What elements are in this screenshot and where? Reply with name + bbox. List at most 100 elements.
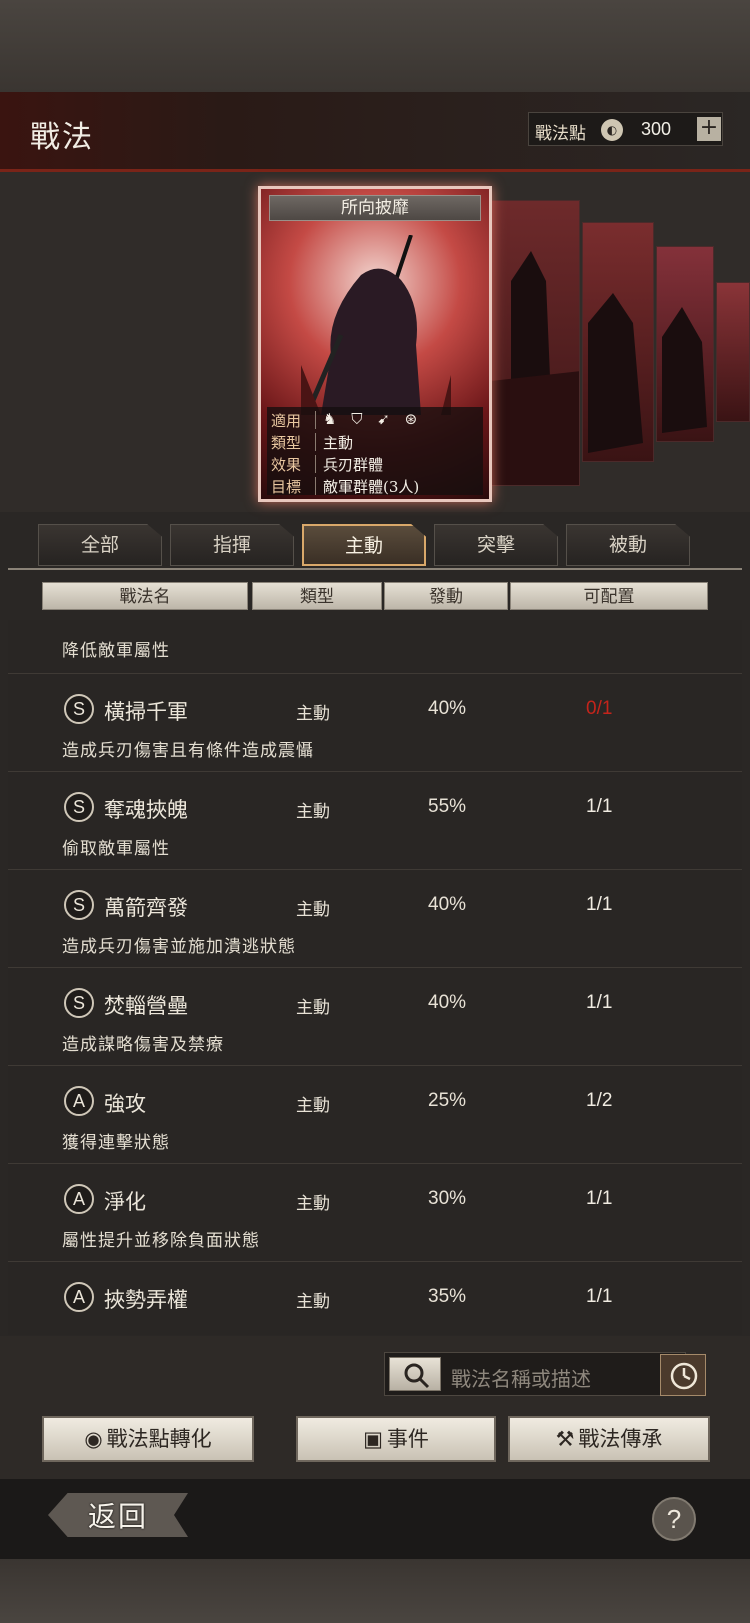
- grade-badge: S: [64, 694, 94, 724]
- card-art-army: [588, 293, 643, 453]
- suit-icons: ♞ ⛉ ➹ ⊛: [323, 410, 427, 428]
- stat-key: 類型: [271, 434, 302, 452]
- skill-rate: 35%: [428, 1286, 467, 1307]
- skill-slots: 1/1: [586, 1188, 613, 1209]
- stat-key: 目標: [271, 478, 302, 496]
- siege-icon: ⊛: [404, 410, 418, 428]
- skill-slots: 1/1: [586, 894, 613, 915]
- skill-name: 橫掃千軍: [104, 700, 188, 724]
- tab-active[interactable]: 主動: [302, 524, 426, 566]
- stat-row-target: 目標 敵軍群體(3人): [267, 475, 483, 497]
- cavalry-icon: ♞: [323, 410, 337, 428]
- inherit-skill-label: 戰法傳承: [578, 1427, 663, 1451]
- hammer-icon: ⚒: [555, 1427, 575, 1451]
- skill-points-box: 戰法點 ◐ 300 +: [528, 112, 723, 146]
- skill-desc: 造成兵刃傷害且有條件造成震懾: [62, 741, 314, 761]
- side-card-1[interactable]: [490, 200, 580, 486]
- card-art-warrior: [491, 251, 579, 485]
- skill-name: 淨化: [104, 1190, 146, 1214]
- skill-points-label: 戰法點: [535, 124, 586, 144]
- skill-points-coin-icon: ◐: [601, 119, 623, 141]
- flame-icon: ◉: [84, 1427, 103, 1451]
- search-input[interactable]: 戰法名稱或描述: [384, 1352, 686, 1396]
- skill-slots: 1/2: [586, 1090, 613, 1111]
- search-button[interactable]: [389, 1357, 441, 1391]
- tab-passive[interactable]: 被動: [566, 524, 690, 566]
- header-bar: 戰法 戰法點 ◐ 300 +: [0, 92, 750, 172]
- list-item[interactable]: S 橫掃千軍 主動 40% 0/1 造成兵刃傷害且有條件造成震懾: [8, 676, 742, 772]
- card-title: 所向披靡: [269, 195, 481, 221]
- stat-key: 效果: [271, 456, 302, 474]
- list-item[interactable]: S 奪魂挾魄 主動 55% 1/1 偷取敵軍屬性: [8, 774, 742, 870]
- shield-icon: ⛉: [351, 410, 363, 428]
- selected-skill-card[interactable]: 所向披靡 適用 ♞ ⛉ ➹ ⊛ 類型 主動 效果 兵刃群體 目標 敵軍群體(3人…: [258, 186, 492, 502]
- tab-assault[interactable]: 突擊: [434, 524, 558, 566]
- side-card-2[interactable]: [582, 222, 654, 462]
- grade-badge: A: [64, 1086, 94, 1116]
- list-item[interactable]: A 強攻 主動 25% 1/2 獲得連擊狀態: [8, 1068, 742, 1164]
- col-type[interactable]: 類型: [252, 582, 382, 610]
- stat-value: 主動: [323, 434, 354, 452]
- alert-icon: ▣: [363, 1427, 383, 1451]
- skill-slots: 1/1: [586, 1286, 613, 1307]
- bottom-toolbar: 戰法名稱或描述 ◉ 戰法點轉化 ▣ 事件 ⚒ 戰法傳承: [0, 1336, 750, 1479]
- list-item[interactable]: A 淨化 主動 30% 1/1 屬性提升並移除負面狀態: [8, 1166, 742, 1262]
- side-card-4[interactable]: [716, 282, 750, 422]
- bottom-decor-band: [0, 1559, 750, 1623]
- skill-rate: 40%: [428, 992, 467, 1013]
- search-icon: [404, 1363, 430, 1389]
- clock-icon: [670, 1362, 698, 1390]
- skill-type: 主動: [296, 1194, 330, 1214]
- col-skill-name[interactable]: 戰法名: [42, 582, 248, 610]
- help-button[interactable]: ?: [652, 1497, 696, 1541]
- skill-rate: 25%: [428, 1090, 467, 1111]
- add-points-button[interactable]: +: [697, 117, 721, 141]
- skill-card-carousel[interactable]: 所向披靡 適用 ♞ ⛉ ➹ ⊛ 類型 主動 效果 兵刃群體 目標 敵軍群體(3人…: [0, 172, 750, 512]
- skill-type: 主動: [296, 998, 330, 1018]
- inherit-skill-button[interactable]: ⚒ 戰法傳承: [508, 1416, 710, 1462]
- skill-slots: 0/1: [586, 698, 613, 719]
- side-card-3[interactable]: [656, 246, 714, 442]
- back-label[interactable]: 返回: [88, 1495, 148, 1535]
- card-stats-panel: 適用 ♞ ⛉ ➹ ⊛ 類型 主動 效果 兵刃群體 目標 敵軍群體(3人): [267, 407, 483, 497]
- history-button[interactable]: [660, 1354, 706, 1396]
- convert-points-label: 戰法點轉化: [106, 1427, 212, 1451]
- skill-desc: 偷取敵軍屬性: [62, 839, 170, 859]
- tab-command[interactable]: 指揮: [170, 524, 294, 566]
- skill-rate: 40%: [428, 698, 467, 719]
- card-art-general: [301, 235, 451, 415]
- events-label: 事件: [386, 1427, 429, 1451]
- skill-name: 萬箭齊發: [104, 896, 188, 920]
- skill-name: 挾勢弄權: [104, 1288, 188, 1312]
- col-slots[interactable]: 可配置: [510, 582, 708, 610]
- skill-type: 主動: [296, 900, 330, 920]
- col-trigger-rate[interactable]: 發動: [384, 582, 508, 610]
- skill-list[interactable]: 降低敵軍屬性 S 橫掃千軍 主動 40% 0/1 造成兵刃傷害且有條件造成震懾 …: [8, 620, 742, 1335]
- skill-desc: 造成謀略傷害及禁療: [62, 1035, 224, 1055]
- skill-points-value: 300: [641, 119, 672, 139]
- convert-points-button[interactable]: ◉ 戰法點轉化: [42, 1416, 254, 1462]
- skill-desc: 屬性提升並移除負面狀態: [62, 1231, 260, 1251]
- search-placeholder: 戰法名稱或描述: [451, 1367, 591, 1391]
- skill-rate: 30%: [428, 1188, 467, 1209]
- grade-badge: A: [64, 1282, 94, 1312]
- skill-name: 焚輜營壘: [104, 994, 188, 1018]
- stat-value: 兵刃群體: [323, 456, 384, 474]
- grade-badge: S: [64, 890, 94, 920]
- stat-row-effect: 效果 兵刃群體: [267, 453, 483, 475]
- list-item-partial[interactable]: 降低敵軍屬性: [8, 620, 742, 674]
- skill-rate: 55%: [428, 796, 467, 817]
- stat-row-type: 類型 主動: [267, 431, 483, 453]
- grade-badge: A: [64, 1184, 94, 1214]
- skill-slots: 1/1: [586, 796, 613, 817]
- grade-badge: S: [64, 792, 94, 822]
- list-item[interactable]: A 挾勢弄權 主動 35% 1/1: [8, 1264, 742, 1335]
- skill-type: 主動: [296, 802, 330, 822]
- card-art-cavalry: [662, 307, 707, 433]
- skill-type: 主動: [296, 1292, 330, 1312]
- list-item[interactable]: S 焚輜營壘 主動 40% 1/1 造成謀略傷害及禁療: [8, 970, 742, 1066]
- list-item[interactable]: S 萬箭齊發 主動 40% 1/1 造成兵刃傷害並施加潰逃狀態: [8, 872, 742, 968]
- events-button[interactable]: ▣ 事件: [296, 1416, 496, 1462]
- tab-all[interactable]: 全部: [38, 524, 162, 566]
- stat-row-suit: 適用 ♞ ⛉ ➹ ⊛: [267, 409, 483, 431]
